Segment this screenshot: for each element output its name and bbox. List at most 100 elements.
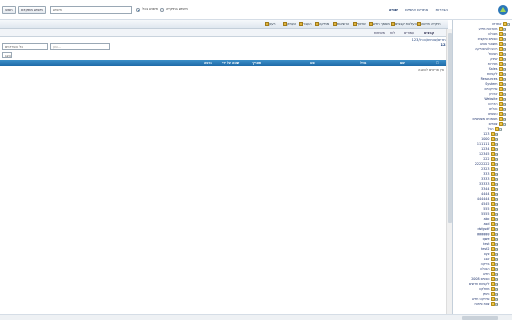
- expand-icon[interactable]: +: [503, 48, 506, 52]
- expand-icon[interactable]: +: [495, 298, 498, 302]
- expand-icon[interactable]: +: [495, 238, 498, 242]
- expand-icon[interactable]: +: [495, 158, 498, 162]
- expand-icon[interactable]: +: [495, 258, 498, 262]
- expand-icon[interactable]: +: [503, 88, 506, 92]
- expand-icon[interactable]: +: [503, 43, 506, 47]
- collapse-icon[interactable]: −: [507, 23, 510, 27]
- tree-node[interactable]: צוות פיתוח +: [475, 302, 498, 307]
- expand-icon[interactable]: +: [495, 268, 498, 272]
- expand-icon[interactable]: +: [495, 133, 498, 137]
- tab-pages[interactable]: עמודים: [404, 31, 414, 35]
- expand-icon[interactable]: +: [495, 283, 498, 287]
- expand-icon[interactable]: +: [495, 183, 498, 187]
- expand-icon[interactable]: +: [495, 248, 498, 252]
- expand-icon[interactable]: +: [495, 153, 498, 157]
- expand-icon[interactable]: +: [495, 218, 498, 222]
- toolbar-upload[interactable]: העלאת קבצים: [390, 22, 417, 26]
- expand-icon[interactable]: +: [503, 113, 506, 117]
- header-link-settings[interactable]: הגדרות: [436, 7, 448, 12]
- tree-node-label: qwe: [482, 237, 490, 241]
- expand-icon[interactable]: +: [495, 173, 498, 177]
- scrollbar-thumb[interactable]: [462, 316, 498, 320]
- expand-icon[interactable]: +: [503, 108, 506, 112]
- breadcrumb[interactable]: אתרים/צוותים/הכל/123: [412, 38, 448, 42]
- tree-node-label: 5555: [481, 212, 490, 216]
- collapse-icon[interactable]: −: [499, 128, 502, 132]
- toolbar-delete[interactable]: מחיקה: [314, 22, 329, 26]
- expand-icon[interactable]: +: [495, 213, 498, 217]
- expand-icon[interactable]: +: [503, 28, 506, 32]
- column-size[interactable]: גודל: [360, 61, 366, 65]
- expand-icon[interactable]: +: [503, 103, 506, 107]
- tab-files[interactable]: קבצים: [424, 31, 434, 35]
- expand-icon[interactable]: +: [495, 193, 498, 197]
- expand-icon[interactable]: +: [495, 163, 498, 167]
- expand-icon[interactable]: +: [503, 78, 506, 82]
- tab-board[interactable]: לוח: [390, 31, 395, 35]
- column-date[interactable]: תאריך: [252, 61, 261, 65]
- search-button[interactable]: חפש: [2, 6, 16, 14]
- horizontal-scrollbar[interactable]: [0, 314, 512, 320]
- expand-icon[interactable]: +: [495, 253, 498, 257]
- collapse-icon[interactable]: −: [503, 123, 506, 127]
- expand-icon[interactable]: +: [495, 303, 498, 307]
- view-toggle[interactable]: הצג: [2, 52, 12, 58]
- expand-icon[interactable]: +: [495, 138, 498, 142]
- toolbar-move[interactable]: העבר: [298, 22, 311, 26]
- column-version[interactable]: גרסה: [204, 61, 212, 65]
- filter-input[interactable]: סנן...: [50, 43, 110, 50]
- search-input[interactable]: חיפוש: [50, 6, 132, 14]
- search-scope-folder-label: חיפוש בתיקייה: [166, 7, 188, 11]
- expand-icon[interactable]: +: [503, 53, 506, 57]
- expand-icon[interactable]: +: [503, 33, 506, 37]
- expand-icon[interactable]: +: [503, 83, 506, 87]
- folder-icon: [490, 192, 495, 196]
- expand-icon[interactable]: +: [495, 168, 498, 172]
- column-type[interactable]: סוג: [310, 61, 315, 65]
- expand-icon[interactable]: +: [503, 93, 506, 97]
- toolbar-new-document[interactable]: מסמך חדש: [368, 22, 390, 26]
- toolbar-refresh[interactable]: רענן: [264, 22, 276, 26]
- expand-icon[interactable]: +: [495, 188, 498, 192]
- advanced-search-button[interactable]: חיפוש מתקדם: [18, 6, 46, 14]
- expand-icon[interactable]: +: [503, 98, 506, 102]
- expand-icon[interactable]: +: [495, 273, 498, 277]
- expand-icon[interactable]: +: [495, 208, 498, 212]
- expand-icon[interactable]: +: [503, 58, 506, 62]
- expand-icon[interactable]: +: [503, 118, 506, 122]
- header-link-user[interactable]: שגיא: [389, 7, 398, 12]
- expand-icon[interactable]: +: [495, 198, 498, 202]
- column-name[interactable]: שם: [400, 61, 405, 65]
- main-toolbar: רענן העתק העבר מחיקה הרשאות שיתוף מסמך ח…: [0, 20, 448, 29]
- expand-icon[interactable]: +: [495, 223, 498, 227]
- view-select[interactable]: כל הפריטים: [2, 43, 48, 50]
- tree-node-label: test: [483, 242, 490, 246]
- expand-icon[interactable]: +: [495, 143, 498, 147]
- expand-icon[interactable]: +: [495, 203, 498, 207]
- expand-icon[interactable]: +: [495, 278, 498, 282]
- search-scope-folder-radio[interactable]: [160, 8, 164, 12]
- expand-icon[interactable]: +: [503, 38, 506, 42]
- expand-icon[interactable]: +: [503, 73, 506, 77]
- expand-icon[interactable]: +: [495, 293, 498, 297]
- toolbar-permissions[interactable]: הרשאות: [332, 22, 349, 26]
- folder-icon: [490, 262, 495, 266]
- expand-icon[interactable]: +: [495, 148, 498, 152]
- tree-node-label: כספים 2008: [471, 277, 490, 281]
- expand-icon[interactable]: +: [503, 63, 506, 67]
- expand-icon[interactable]: +: [495, 243, 498, 247]
- expand-icon[interactable]: +: [495, 288, 498, 292]
- toolbar-share[interactable]: שיתוף: [352, 22, 366, 26]
- toolbar-new-folder[interactable]: תיקייה חדשה: [416, 22, 441, 26]
- search-scope-all-radio[interactable]: [136, 8, 140, 12]
- expand-icon[interactable]: +: [495, 228, 498, 232]
- header-link-personal-sites[interactable]: אתרים אישיים: [405, 7, 428, 12]
- select-all-checkbox[interactable]: ☐: [436, 61, 439, 65]
- expand-icon[interactable]: +: [503, 68, 506, 72]
- column-modified-by[interactable]: שונה על ידי: [222, 61, 239, 65]
- toolbar-copy[interactable]: העתק: [282, 22, 296, 26]
- tab-tasks[interactable]: משימות: [374, 31, 385, 35]
- expand-icon[interactable]: +: [495, 178, 498, 182]
- expand-icon[interactable]: +: [495, 263, 498, 267]
- expand-icon[interactable]: +: [495, 233, 498, 237]
